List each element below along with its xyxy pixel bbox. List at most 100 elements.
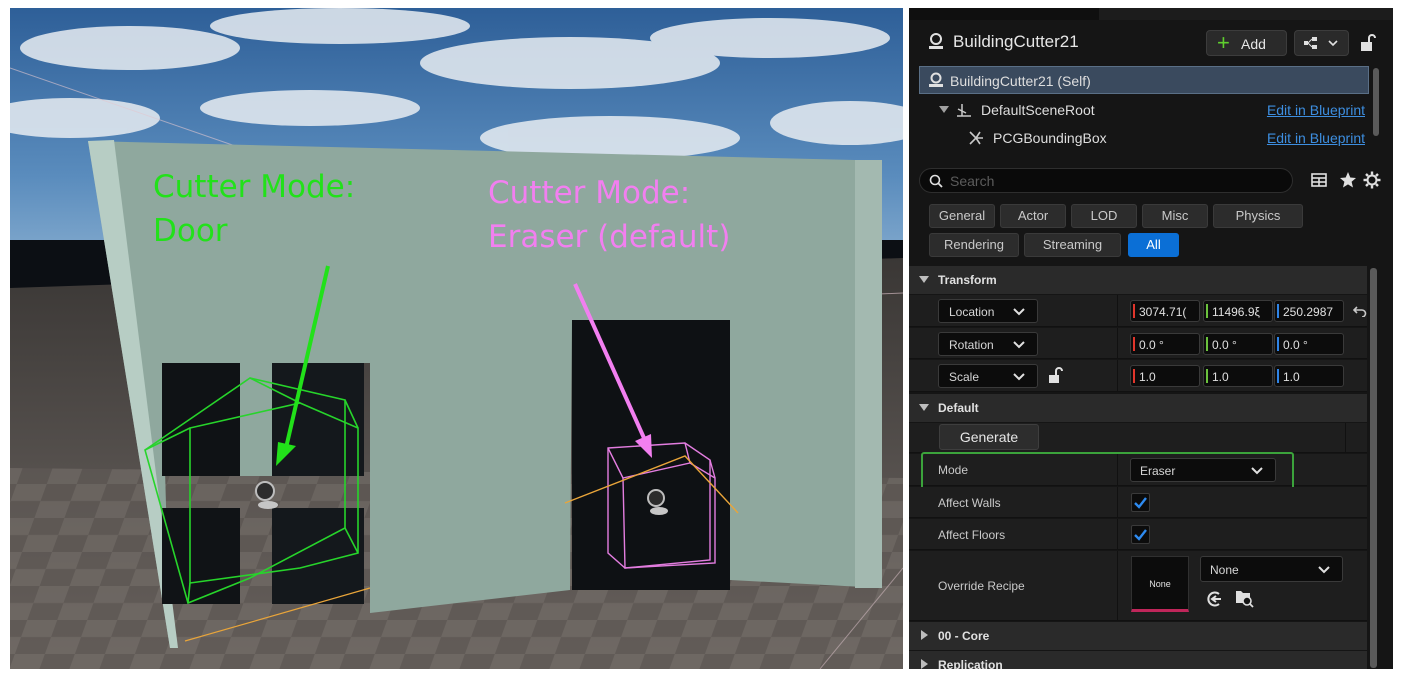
collapse-arrow-icon [919, 276, 929, 283]
override-recipe-thumbnail[interactable]: None [1131, 556, 1189, 612]
affect-walls-checkbox[interactable] [1131, 493, 1150, 512]
scale-y-value: 1.0 [1212, 370, 1229, 384]
scale-x-value: 1.0 [1139, 370, 1156, 384]
details-scrollbar[interactable] [1370, 268, 1377, 668]
component-name: DefaultSceneRoot [981, 102, 1095, 118]
rotation-z-field[interactable]: 0.0 ° [1274, 333, 1344, 355]
actor-header: BuildingCutter21 + Add [909, 22, 1393, 62]
category-replication[interactable]: Replication [909, 651, 1367, 669]
generate-button[interactable]: Generate [939, 424, 1039, 450]
add-button-label: Add [1241, 36, 1266, 52]
details-panel: BuildingCutter21 + Add BuildingCutter21 … [909, 8, 1393, 669]
category-default[interactable]: Default [909, 394, 1367, 422]
filter-physics[interactable]: Physics [1213, 204, 1303, 228]
location-label: Location [949, 305, 995, 319]
edit-in-blueprint-link[interactable]: Edit in Blueprint [1267, 130, 1365, 146]
blueprint-options-dropdown[interactable] [1294, 30, 1349, 56]
category-core[interactable]: 00 - Core [909, 622, 1367, 650]
annotation-eraser-line1: Cutter Mode: [488, 175, 691, 211]
column-divider [1117, 295, 1118, 326]
table-view-icon[interactable] [1310, 171, 1328, 189]
settings-gear-icon[interactable] [1363, 171, 1381, 189]
location-y-value: 11496.9ξ [1212, 305, 1260, 319]
property-rotation: Rotation 0.0 ° 0.0 ° 0.0 ° [909, 328, 1367, 359]
location-z-field[interactable]: 250.2987 [1274, 300, 1344, 322]
annotation-door-line2: Door [153, 213, 228, 249]
filter-streaming[interactable]: Streaming [1024, 233, 1121, 257]
location-x-value: 3074.71( [1139, 305, 1187, 319]
rotation-y-field[interactable]: 0.0 ° [1203, 333, 1273, 355]
scale-z-value: 1.0 [1283, 370, 1300, 384]
filter-actor[interactable]: Actor [1000, 204, 1066, 228]
column-divider [1117, 328, 1118, 358]
scale-lock-icon[interactable] [1048, 367, 1064, 384]
use-selected-asset-icon[interactable] [1205, 590, 1223, 608]
plus-icon: + [1217, 30, 1230, 55]
checkmark-icon [1134, 529, 1147, 541]
add-component-button[interactable]: + Add [1206, 30, 1287, 56]
actor-title: BuildingCutter21 [953, 32, 1079, 51]
property-location: Location 3074.71( 11496.9ξ 250.2987 [909, 295, 1367, 327]
search-icon [929, 174, 943, 188]
override-recipe-label: Override Recipe [938, 579, 1025, 593]
column-divider [1117, 519, 1118, 549]
category-title: 00 - Core [938, 629, 990, 643]
component-tree-scrollbar[interactable] [1373, 68, 1379, 136]
actor-icon [929, 72, 943, 87]
scale-x-field[interactable]: 1.0 [1130, 365, 1200, 387]
unlock-icon[interactable] [1360, 34, 1376, 52]
filter-rendering[interactable]: Rendering [929, 233, 1019, 257]
expand-arrow-icon [921, 630, 928, 640]
scale-z-field[interactable]: 1.0 [1274, 365, 1344, 387]
category-transform[interactable]: Transform [909, 266, 1367, 294]
column-divider [1117, 360, 1118, 391]
rotation-x-value: 0.0 ° [1139, 338, 1164, 352]
override-recipe-value: None [1210, 563, 1239, 577]
reset-to-default-icon[interactable] [1353, 305, 1367, 317]
annotation-door-line1: Cutter Mode: [153, 169, 356, 205]
component-row-defaultsceneroot[interactable]: DefaultSceneRoot Edit in Blueprint [919, 96, 1369, 124]
search-input[interactable] [950, 172, 1280, 190]
rotation-z-value: 0.0 ° [1283, 338, 1308, 352]
annotation-eraser: Cutter Mode: Eraser (default) [488, 171, 730, 259]
mode-highlight-box [921, 452, 1294, 491]
affect-walls-label: Affect Walls [938, 496, 1001, 510]
component-name: PCGBoundingBox [993, 130, 1107, 146]
property-affect-floors: Affect Floors [909, 519, 1367, 550]
scale-mode-dropdown[interactable]: Scale [938, 364, 1038, 388]
annotation-door: Cutter Mode: Door [153, 165, 355, 253]
column-divider [1117, 551, 1118, 620]
scene-component-icon [957, 104, 971, 117]
filter-misc[interactable]: Misc [1142, 204, 1208, 228]
annotation-eraser-line2: Eraser (default) [488, 219, 731, 255]
component-name: BuildingCutter21 (Self) [950, 73, 1091, 89]
column-divider [1345, 423, 1346, 452]
bounding-box-icon [969, 131, 983, 145]
component-row-self[interactable]: BuildingCutter21 (Self) [919, 66, 1369, 94]
filter-all[interactable]: All [1128, 233, 1179, 257]
chevron-down-icon [1013, 341, 1025, 349]
component-tree: BuildingCutter21 (Self) DefaultSceneRoot… [919, 66, 1369, 158]
scale-y-field[interactable]: 1.0 [1203, 365, 1273, 387]
details-search[interactable] [919, 168, 1293, 193]
location-mode-dropdown[interactable]: Location [938, 299, 1038, 323]
rotation-x-field[interactable]: 0.0 ° [1130, 333, 1200, 355]
category-title: Default [938, 401, 979, 415]
component-row-pcgboundingbox[interactable]: PCGBoundingBox Edit in Blueprint [919, 124, 1369, 152]
affect-floors-checkbox[interactable] [1131, 525, 1150, 544]
level-viewport[interactable]: Cutter Mode: Door Cutter Mode: Eraser (d… [10, 8, 903, 669]
filter-lod[interactable]: LOD [1071, 204, 1137, 228]
favorites-star-icon[interactable] [1339, 171, 1357, 189]
override-recipe-dropdown[interactable]: None [1200, 556, 1343, 582]
rotation-y-value: 0.0 ° [1212, 338, 1237, 352]
filter-general[interactable]: General [929, 204, 995, 228]
expand-arrow-icon [921, 659, 928, 669]
expand-arrow-icon[interactable] [939, 106, 949, 114]
location-x-field[interactable]: 3074.71( [1130, 300, 1200, 322]
browse-asset-icon[interactable] [1234, 588, 1254, 608]
rotation-mode-dropdown[interactable]: Rotation [938, 332, 1038, 356]
location-y-field[interactable]: 11496.9ξ [1203, 300, 1273, 322]
edit-in-blueprint-link[interactable]: Edit in Blueprint [1267, 102, 1365, 118]
chevron-down-icon [1013, 308, 1025, 316]
property-affect-walls: Affect Walls [909, 487, 1367, 518]
